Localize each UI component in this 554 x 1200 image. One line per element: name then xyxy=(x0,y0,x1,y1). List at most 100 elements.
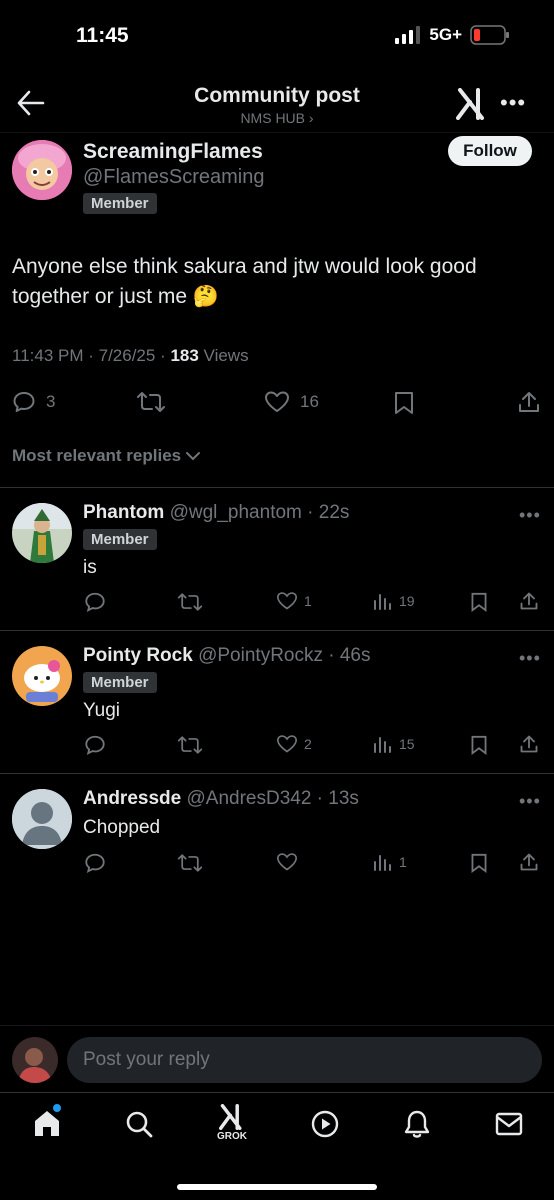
bell-icon xyxy=(404,1110,430,1138)
reply-author-name[interactable]: Pointy Rock xyxy=(83,645,193,666)
post-text: Anyone else think sakura and jtw would l… xyxy=(12,255,477,308)
like-button[interactable]: 1 xyxy=(276,591,312,611)
views-button[interactable]: 19 xyxy=(373,591,415,611)
bookmark-button[interactable] xyxy=(470,734,488,756)
bookmark-button[interactable] xyxy=(470,852,488,874)
author-avatar[interactable] xyxy=(12,140,72,200)
reply-author-name[interactable]: Andressde xyxy=(83,788,181,809)
reply-author-handle[interactable]: @PointyRockz · 46s xyxy=(198,645,370,666)
more-options-icon[interactable]: ••• xyxy=(500,90,526,116)
my-avatar xyxy=(12,1037,58,1083)
bookmark-icon xyxy=(471,592,487,612)
post-meta: 11:43 PM · 7/26/25 · 183 Views xyxy=(12,346,249,366)
nav-home[interactable] xyxy=(32,1104,62,1138)
like-button[interactable]: 2 xyxy=(276,734,312,754)
reply-author-handle[interactable]: @AndresD342 · 13s xyxy=(186,788,358,809)
avatar-art xyxy=(12,140,72,200)
repost-icon xyxy=(177,736,203,754)
nav-search[interactable] xyxy=(125,1110,153,1138)
more-options-icon[interactable]: ••• xyxy=(519,505,541,526)
follow-button[interactable]: Follow xyxy=(448,136,532,166)
repost-button[interactable] xyxy=(136,390,166,414)
divider xyxy=(0,1025,554,1026)
repost-button[interactable] xyxy=(177,852,203,874)
analytics-icon xyxy=(374,737,391,753)
bookmark-icon xyxy=(395,392,413,414)
share-icon xyxy=(519,392,539,412)
header-divider xyxy=(0,132,554,133)
notification-dot xyxy=(53,1104,61,1112)
reply-author-name[interactable]: Phantom xyxy=(83,502,164,523)
repost-button[interactable] xyxy=(177,591,203,613)
reply-icon xyxy=(13,392,35,412)
reply-icon xyxy=(85,735,105,755)
reply-button[interactable]: 3 xyxy=(12,390,55,414)
heart-icon xyxy=(276,853,298,871)
reply-text: Chopped xyxy=(83,817,161,838)
share-icon xyxy=(520,853,538,871)
like-count: 1 xyxy=(304,593,312,609)
replies-sort-label: Most relevant replies xyxy=(12,446,182,465)
views-count: 15 xyxy=(399,736,415,752)
reply-header: Pointy Rock @PointyRockz · 46s xyxy=(83,645,371,667)
reply-button[interactable] xyxy=(84,591,106,613)
like-count: 16 xyxy=(300,392,319,411)
views-button[interactable]: 1 xyxy=(373,852,407,872)
share-icon xyxy=(520,735,538,753)
reply-input[interactable]: Post your reply xyxy=(67,1037,542,1083)
views-button[interactable]: 15 xyxy=(373,734,415,754)
signal-icon xyxy=(395,26,421,44)
share-button[interactable] xyxy=(519,591,539,611)
views-count: 1 xyxy=(399,854,407,870)
reply-text: is xyxy=(83,557,97,578)
more-options-icon[interactable]: ••• xyxy=(519,791,541,812)
reply-button[interactable] xyxy=(84,852,106,874)
grok-button[interactable] xyxy=(456,88,486,120)
reply-author-handle[interactable]: @wgl_phantom · 22s xyxy=(170,502,350,523)
heart-icon xyxy=(276,592,298,610)
reply-avatar[interactable] xyxy=(12,503,72,563)
like-button[interactable] xyxy=(276,852,298,872)
like-button[interactable]: 16 xyxy=(264,390,319,414)
play-circle-icon xyxy=(311,1110,339,1138)
default-avatar[interactable] xyxy=(12,789,72,849)
share-button[interactable] xyxy=(517,390,541,414)
more-options-icon[interactable]: ••• xyxy=(519,648,541,669)
bookmark-button[interactable] xyxy=(393,390,415,416)
repost-icon xyxy=(177,854,203,872)
nav-notifications[interactable] xyxy=(404,1109,430,1139)
heart-icon xyxy=(265,391,289,412)
reply-icon xyxy=(85,853,105,873)
reply-icon xyxy=(85,592,105,612)
divider xyxy=(0,630,554,631)
share-icon xyxy=(520,592,538,610)
avatar-art xyxy=(12,646,72,706)
repost-button[interactable] xyxy=(177,734,203,756)
grok-label: GROK xyxy=(217,1131,247,1142)
reply-header: Phantom @wgl_phantom · 22s xyxy=(83,502,349,524)
analytics-icon xyxy=(374,855,391,871)
repost-icon xyxy=(177,593,203,611)
reply-button[interactable] xyxy=(84,734,106,756)
nav-messages[interactable] xyxy=(495,1112,523,1136)
share-button[interactable] xyxy=(519,734,539,754)
nav-video[interactable] xyxy=(311,1110,339,1138)
reply-input-placeholder: Post your reply xyxy=(83,1049,210,1070)
bookmark-button[interactable] xyxy=(470,591,488,613)
battery-icon xyxy=(470,25,509,45)
author-handle[interactable]: @FlamesScreaming xyxy=(83,166,264,189)
bookmark-icon xyxy=(471,853,487,873)
reply-avatar[interactable] xyxy=(12,646,72,706)
user-placeholder-icon xyxy=(12,789,72,849)
share-button[interactable] xyxy=(519,852,539,872)
replies-sort-dropdown[interactable]: Most relevant replies xyxy=(12,446,201,466)
nav-grok[interactable]: GROK xyxy=(215,1104,249,1142)
bookmark-icon xyxy=(471,735,487,755)
status-time: 11:45 xyxy=(76,24,129,47)
views-label: Views xyxy=(198,346,249,365)
member-badge: Member xyxy=(83,672,157,693)
grok-icon xyxy=(219,1104,242,1130)
network-type: 5G+ xyxy=(429,25,462,44)
author-name[interactable]: ScreamingFlames xyxy=(83,140,263,164)
like-count: 2 xyxy=(304,736,312,752)
